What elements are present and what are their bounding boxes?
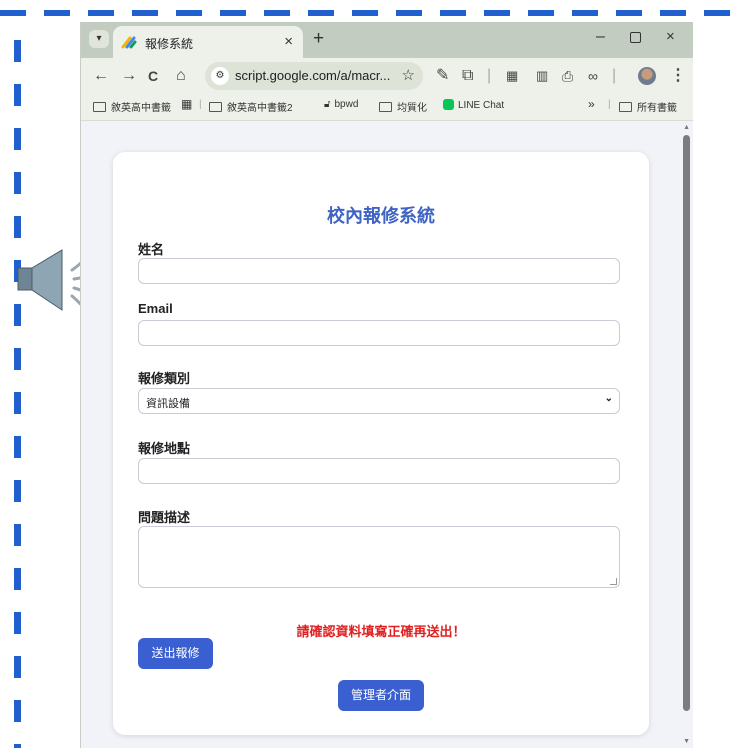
bookmark-item[interactable]: 敘英高中書籤 [93, 99, 171, 114]
apps-script-favicon-icon [121, 36, 137, 49]
minimize-icon[interactable]: – [596, 28, 605, 46]
scroll-down-icon[interactable]: ▼ [683, 738, 690, 745]
close-window-icon[interactable]: × [666, 28, 675, 45]
print-icon[interactable]: ⎙ [562, 66, 573, 86]
bookmark-item[interactable]: 🔓︎ bpwd [324, 99, 358, 110]
folder-icon [619, 102, 632, 112]
reload-icon[interactable]: C [148, 66, 158, 86]
trash-icon[interactable]: ▥ [536, 66, 548, 86]
extensions-icon[interactable]: ⧉ [462, 66, 473, 86]
link-icon[interactable]: ∞ [588, 66, 598, 86]
name-field[interactable] [138, 258, 620, 284]
form-title: 校內報修系統 [327, 206, 435, 226]
close-tab-icon[interactable]: × [284, 33, 293, 50]
scroll-thumb[interactable] [683, 135, 690, 711]
category-select[interactable]: 資訊設備 ⌄ [138, 388, 620, 414]
bookmark-item[interactable]: LINE Chat [443, 99, 504, 111]
line-app-icon [443, 99, 454, 110]
tab-title: 報修系統 [145, 37, 194, 51]
toolbar-divider-2: | [612, 67, 617, 84]
folder-icon [379, 102, 392, 112]
bookmarks-divider: | [199, 99, 202, 110]
menu-icon[interactable]: ⋮ [670, 66, 686, 86]
resize-grip-icon[interactable] [610, 578, 617, 585]
slide-frame-top-border [0, 10, 747, 16]
back-icon[interactable]: ← [93, 66, 109, 86]
profile-avatar[interactable] [638, 67, 656, 85]
browser-window: ▾ 報修系統 × + – × ← → C ⌂ ⚙ script.google.c… [80, 22, 693, 748]
tab-bar: ▾ 報修系統 × + – × [81, 22, 693, 58]
new-tab-icon[interactable]: + [313, 28, 324, 50]
page-content: 校內報修系統 姓名 Email 報修類別 資訊設備 ⌄ 報修地點 問題描述 請確… [81, 121, 693, 748]
bookmark-item[interactable]: 敘英高中書籤2 [209, 99, 293, 114]
toolbar-divider: | [487, 67, 492, 84]
lock-icon: 🔓︎ [324, 99, 331, 110]
email-label: Email [138, 301, 173, 316]
forward-icon[interactable]: → [121, 66, 137, 86]
bookmarks-bar: 敘英高中書籤 ▦ | 敘英高中書籤2 🔓︎ bpwd 均質化 LINE Chat … [81, 94, 693, 121]
apps-grid-icon[interactable]: ▦ [181, 97, 192, 111]
address-bar[interactable]: ⚙ script.google.com/a/macr... ☆ [205, 62, 423, 90]
bookmark-star-icon[interactable]: ☆ [402, 66, 415, 84]
email-field[interactable] [138, 320, 620, 346]
scroll-up-icon[interactable]: ▲ [683, 124, 690, 131]
url-text[interactable]: script.google.com/a/macr... [235, 68, 390, 83]
folder-icon [209, 102, 222, 112]
page-scrollbar[interactable]: ▲ ▼ [681, 121, 693, 748]
description-label: 問題描述 [138, 510, 191, 525]
bookmarks-divider-2: | [608, 99, 611, 110]
more-bookmarks-icon[interactable]: » [588, 97, 595, 111]
chevron-down-icon: ⌄ [604, 393, 613, 404]
site-info-icon[interactable]: ⚙ [211, 67, 229, 85]
submit-button[interactable]: 送出報修 [138, 638, 213, 669]
location-label: 報修地點 [138, 441, 191, 456]
tab-search-button[interactable]: ▾ [89, 30, 109, 48]
pen-icon[interactable]: ✎ [436, 66, 449, 86]
active-tab[interactable]: 報修系統 × [113, 26, 303, 58]
admin-button[interactable]: 管理者介面 [338, 680, 424, 711]
qr-code-icon[interactable]: ▦ [506, 66, 518, 86]
bookmark-item[interactable]: 均質化 [379, 99, 427, 114]
browser-toolbar: ← → C ⌂ ⚙ script.google.com/a/macr... ☆ … [81, 58, 693, 94]
name-label: 姓名 [138, 242, 165, 257]
folder-icon [93, 102, 106, 112]
category-selected-value: 資訊設備 [146, 398, 190, 410]
category-label: 報修類別 [138, 371, 191, 386]
home-icon[interactable]: ⌂ [176, 66, 186, 86]
repair-form-card: 校內報修系統 姓名 Email 報修類別 資訊設備 ⌄ 報修地點 問題描述 請確… [113, 152, 649, 735]
description-textarea[interactable] [138, 526, 620, 588]
bookmark-item-all[interactable]: 所有書籤 [619, 99, 677, 114]
location-field[interactable] [138, 458, 620, 484]
slide-frame-left-border [14, 40, 21, 748]
maximize-icon[interactable] [630, 32, 641, 43]
